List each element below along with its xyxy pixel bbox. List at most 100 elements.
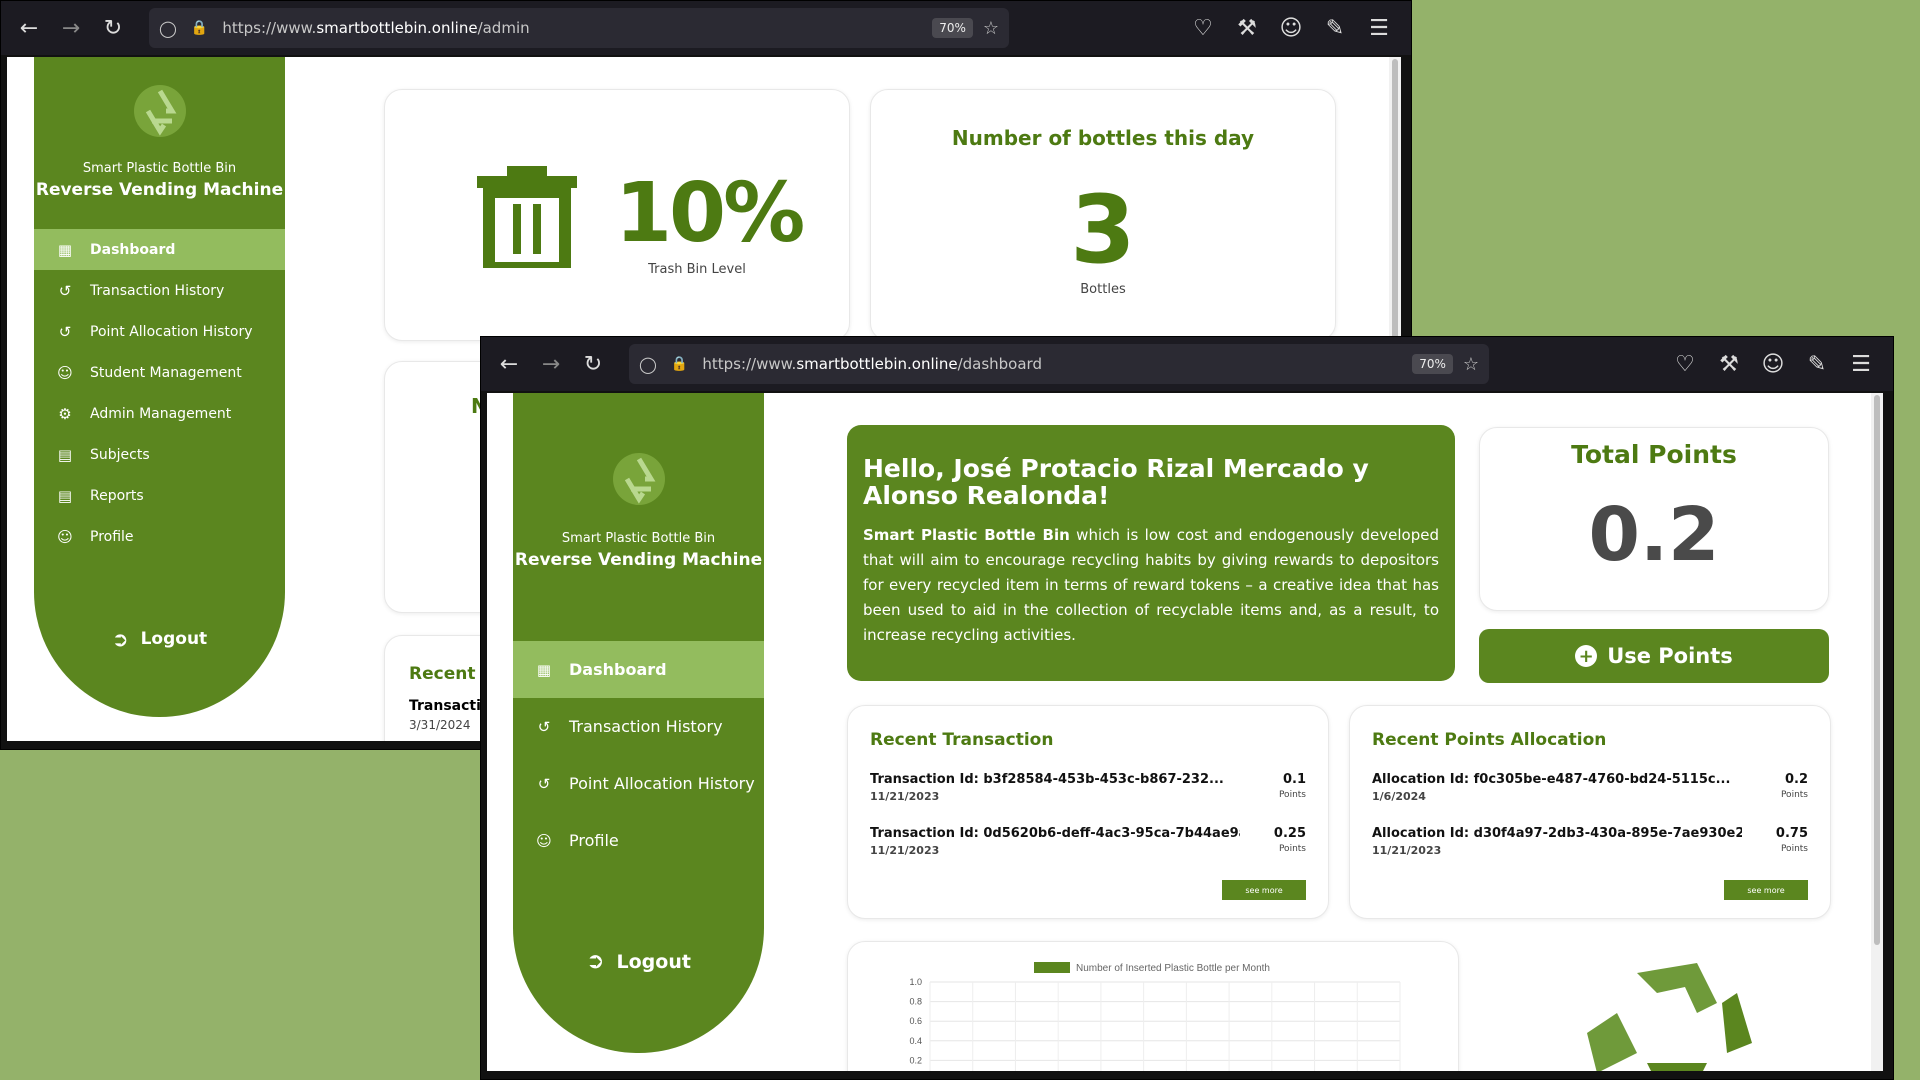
trash-level-label: Trash Bin Level	[648, 262, 746, 277]
see-more-button[interactable]: see more	[1724, 880, 1808, 900]
list-item[interactable]: Transaction Id: b3f28584-453b-453c-b867-…	[870, 772, 1306, 803]
y-tick-label: 0.6	[909, 1016, 922, 1026]
shield-icon[interactable]: ◯	[159, 19, 177, 38]
welcome-brand: Smart Plastic Bottle Bin	[863, 526, 1070, 544]
total-points-card: Total Points 0.2	[1479, 427, 1829, 611]
bottles-today-label: Bottles	[1080, 282, 1126, 297]
sidebar-item-dashboard[interactable]: ▦ Dashboard	[513, 641, 764, 698]
account-icon[interactable]: ☺	[1273, 10, 1309, 46]
sidebar-item-student-management[interactable]: ☺ Student Management	[34, 352, 285, 393]
account-icon[interactable]: ☺	[1755, 346, 1791, 382]
sidebar-title: Reverse Vending Machine	[35, 180, 284, 200]
bottles-today-card: Number of bottles this day 3 Bottles	[870, 89, 1336, 341]
sidebar-subtitle: Smart Plastic Bottle Bin	[82, 161, 237, 176]
lock-icon: 🔒	[190, 20, 209, 36]
welcome-card: Hello, José Protacio Rizal Mercado y Alo…	[847, 425, 1455, 681]
shield-icon[interactable]: ◯	[639, 355, 657, 374]
admin-icon: ⚙	[58, 404, 72, 423]
back-icon[interactable]: ←	[491, 346, 527, 382]
zoom-level[interactable]: 70%	[1412, 354, 1453, 374]
sidebar-item-dashboard[interactable]: ▦ Dashboard	[34, 229, 285, 270]
sidebar-title: Reverse Vending Machine	[514, 550, 763, 570]
sidebar-item-point-allocation-history[interactable]: ↺ Point Allocation History	[34, 311, 285, 352]
scroll-thumb[interactable]	[1392, 59, 1398, 359]
bottles-today-title: Number of bottles this day	[951, 126, 1255, 150]
reload-icon[interactable]: ↻	[575, 346, 611, 382]
zoom-level[interactable]: 70%	[932, 18, 973, 38]
extensions-icon[interactable]: ✎	[1317, 10, 1353, 46]
sidebar-item-transaction-history[interactable]: ↺ Transaction History	[513, 698, 764, 755]
logout-button[interactable]: ➲ Logout	[513, 949, 764, 974]
list-item[interactable]: Allocation Id: d30f4a97-2db3-430a-895e-7…	[1372, 826, 1808, 857]
dashboard-icon: ▦	[536, 660, 552, 679]
y-tick-label: 0.4	[909, 1036, 922, 1046]
extensions-icon[interactable]: ✎	[1799, 346, 1835, 382]
dashboard-page: Smart Plastic Bottle Bin Reverse Vending…	[487, 393, 1883, 1071]
dashboard-sidebar: Smart Plastic Bottle Bin Reverse Vending…	[513, 393, 764, 1053]
scroll-thumb[interactable]	[1874, 395, 1880, 945]
sidebar-item-admin-management[interactable]: ⚙ Admin Management	[34, 393, 285, 434]
recent-transaction-title: Recent Transaction	[870, 730, 1054, 750]
y-tick-label: 0.2	[909, 1055, 922, 1065]
trash-bin-icon	[477, 166, 577, 268]
y-tick-label: 1.0	[909, 977, 922, 987]
back-icon[interactable]: ←	[11, 10, 47, 46]
sidebar-item-profile[interactable]: ☺ Profile	[513, 812, 764, 869]
sidebar-item-profile[interactable]: ☺ Profile	[34, 516, 285, 557]
url-text[interactable]: https://www.smartbottlebin.online/admin	[222, 19, 932, 37]
dashboard-scrollbar[interactable]	[1871, 393, 1883, 1071]
pocket-icon[interactable]: ♡	[1667, 346, 1703, 382]
use-points-button[interactable]: + Use Points	[1479, 629, 1829, 683]
recent-partial-item: Transactio	[409, 698, 491, 714]
user-circle-icon: ☺	[536, 831, 552, 850]
forward-icon[interactable]: →	[53, 10, 89, 46]
history-icon: ↺	[58, 281, 72, 300]
recent-allocation-title: Recent Points Allocation	[1372, 730, 1607, 750]
logout-icon: ➲	[586, 949, 605, 974]
url-text[interactable]: https://www.smartbottlebin.online/dashbo…	[702, 355, 1412, 373]
sidebar-item-transaction-history[interactable]: ↺ Transaction History	[34, 270, 285, 311]
sidebar-item-reports[interactable]: ▤ Reports	[34, 475, 285, 516]
welcome-description: Smart Plastic Bottle Bin which is low co…	[863, 523, 1439, 648]
pocket-icon[interactable]: ♡	[1185, 10, 1221, 46]
plus-circle-icon: +	[1575, 645, 1598, 667]
star-icon[interactable]: ☆	[1463, 354, 1479, 375]
logout-button[interactable]: ➲ Logout	[34, 627, 285, 651]
recycle-logo-icon	[133, 85, 186, 137]
browser-toolbar: ← → ↻ ◯ 🔒 https://www.smartbottlebin.onl…	[1, 1, 1411, 55]
bottles-line-chart: Number of Inserted Plastic Bottle per Mo…	[909, 962, 1401, 1071]
clipboard-icon: ▤	[57, 445, 73, 464]
lock-icon: 🔒	[670, 356, 689, 372]
legend-label: Number of Inserted Plastic Bottle per Mo…	[1076, 963, 1270, 974]
list-item[interactable]: Allocation Id: f0c305be-e487-4760-bd24-5…	[1372, 772, 1808, 803]
recycle-illustration-icon	[1587, 963, 1752, 1071]
admin-nav: ▦ Dashboard ↺ Transaction History ↺ Point A…	[34, 229, 285, 557]
admin-sidebar: Smart Plastic Bottle Bin Reverse Vending…	[34, 57, 285, 717]
menu-icon[interactable]: ☰	[1361, 10, 1397, 46]
menu-icon[interactable]: ☰	[1843, 346, 1879, 382]
see-more-button[interactable]: see more	[1222, 880, 1306, 900]
dashboard-browser-window: ← → ↻ ◯ 🔒 https://www.smartbottlebin.onl…	[480, 336, 1894, 1080]
clipboard-icon: ▤	[57, 486, 73, 505]
trash-level-value: 10%	[615, 166, 805, 261]
wrench-icon[interactable]: ⚒	[1711, 346, 1747, 382]
address-bar[interactable]: ◯ 🔒 https://www.smartbottlebin.online/ad…	[149, 8, 1009, 48]
sidebar-item-subjects[interactable]: ▤ Subjects	[34, 434, 285, 475]
total-points-value: 0.2	[1588, 492, 1720, 578]
trash-level-card: 10% Trash Bin Level	[384, 89, 850, 341]
list-item[interactable]: Transaction Id: 0d5620b6-deff-4ac3-95ca-…	[870, 826, 1306, 857]
total-points-title: Total Points	[1571, 440, 1737, 469]
history-icon: ↺	[537, 717, 551, 736]
recent-transaction-card: Recent Transaction Transaction Id: b3f28…	[847, 705, 1329, 919]
forward-icon[interactable]: →	[533, 346, 569, 382]
dashboard-icon: ▦	[57, 240, 73, 259]
star-icon[interactable]: ☆	[983, 18, 999, 39]
wrench-icon[interactable]: ⚒	[1229, 10, 1265, 46]
history-icon: ↺	[58, 322, 72, 341]
address-bar[interactable]: ◯ 🔒 https://www.smartbottlebin.online/da…	[629, 344, 1489, 384]
browser-toolbar: ← → ↻ ◯ 🔒 https://www.smartbottlebin.onl…	[481, 337, 1893, 391]
sidebar-item-point-allocation-history[interactable]: ↺ Point Allocation History	[513, 755, 764, 812]
user-circle-icon: ☺	[57, 363, 73, 382]
reload-icon[interactable]: ↻	[95, 10, 131, 46]
welcome-greeting: Hello, José Protacio Rizal Mercado y Alo…	[863, 454, 1369, 510]
